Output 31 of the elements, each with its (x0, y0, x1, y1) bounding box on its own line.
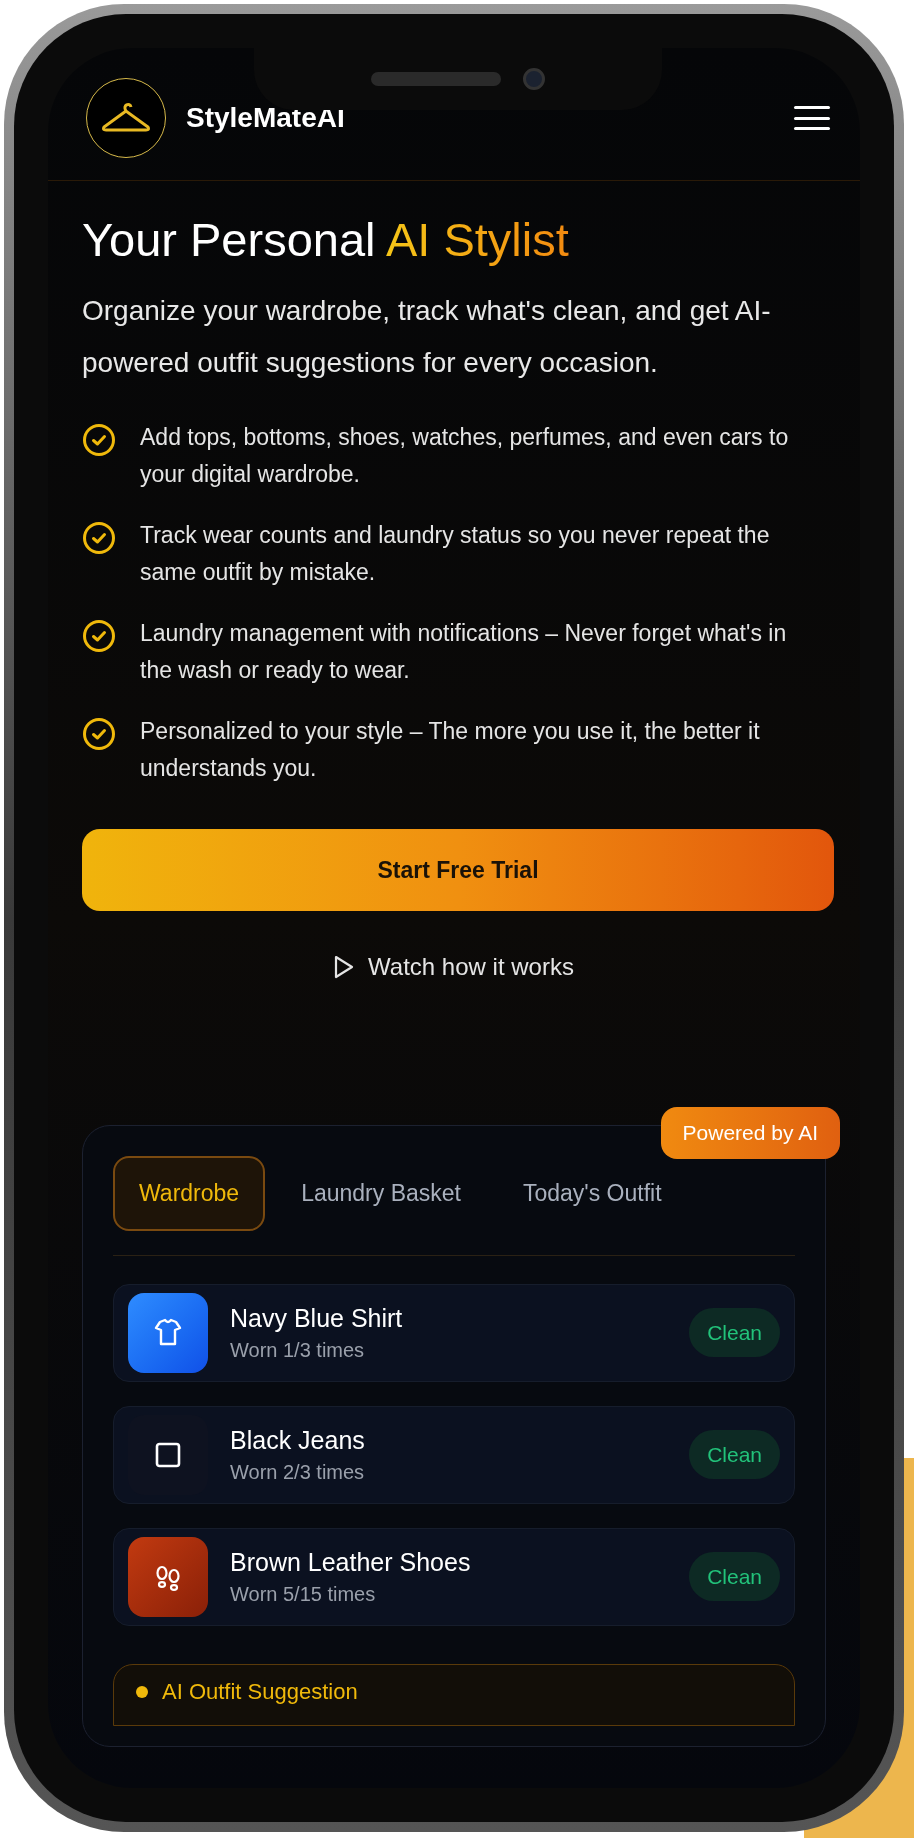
ai-badge: Powered by AI (660, 1107, 840, 1159)
wear-count: Worn 5/15 times (230, 1581, 377, 1607)
tab[interactable]: Wardrobe (113, 1156, 266, 1231)
wear-count: Worn 1/3 times (230, 1337, 366, 1363)
play-icon (334, 955, 355, 979)
status-badge: Clean (689, 1551, 780, 1602)
feature-text: Add tops, bottoms, shoes, watches, perfumes, and even cars to your digital wardrobe. (140, 423, 790, 489)
item-name: Black Jeans (230, 1424, 366, 1456)
feature-text: Track wear counts and laundry status so you never repeat the same outfit by mistake. (140, 521, 771, 587)
hanger-icon (100, 101, 152, 135)
camera-lens (523, 68, 545, 90)
feature-text: Laundry management with notifications – Never forget what's in the wash or ready to wear. (140, 619, 788, 685)
start-trial-button[interactable]: Start Free Trial (82, 829, 834, 911)
menu-button[interactable] (794, 103, 830, 133)
check-circle-icon (82, 717, 116, 751)
hero-subtitle: Organize your wardrobe, track what's clean, and get AI-powered outfit suggestions for every occasion. (82, 294, 772, 380)
watch-video-link[interactable]: Watch how it works (334, 949, 574, 985)
check-circle-icon (82, 423, 116, 457)
check-circle-icon (82, 521, 116, 555)
tab[interactable]: Today's Outfit (496, 1156, 688, 1231)
hero-title: Your Personal AI Stylist (82, 212, 570, 268)
status-badge: Clean (689, 1307, 780, 1358)
feature-text: Personalized to your style – The more you use it, the better it understands you. (140, 717, 761, 783)
suggestion-title: AI Outfit Suggestion (162, 1678, 358, 1705)
item-name: Navy Blue Shirt (230, 1302, 404, 1334)
item-name: Brown Leather Shoes (230, 1546, 472, 1578)
brand-name: StyleMateAI (186, 101, 345, 135)
check-circle-icon (82, 619, 116, 653)
tab[interactable]: Laundry Basket (275, 1156, 487, 1231)
status-badge: Clean (689, 1429, 780, 1480)
wear-count: Worn 2/3 times (230, 1459, 366, 1485)
